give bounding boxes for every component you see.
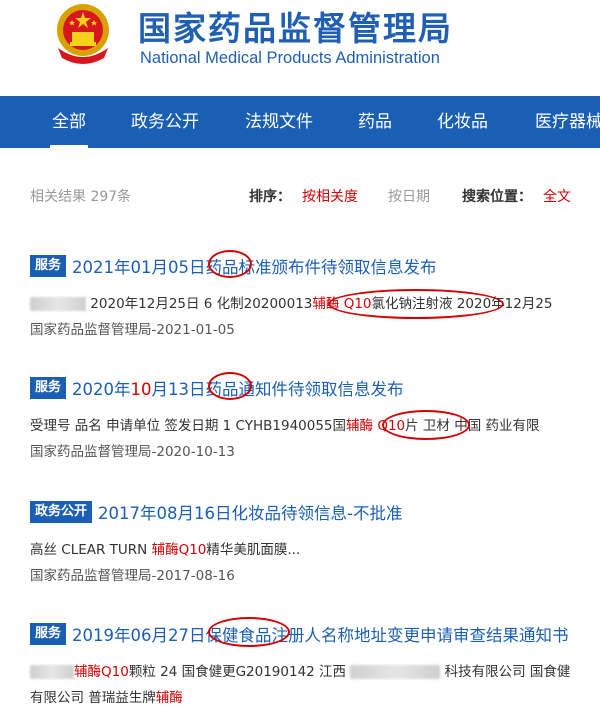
redacted-block [30, 297, 86, 311]
sort-label: 排序： [249, 189, 291, 205]
nav-item-medical-devices[interactable]: 医疗器械 [535, 96, 600, 148]
result-source: 国家药品监督管理局-2021-01-05 [30, 322, 235, 338]
result-badge: 服务 [30, 377, 67, 399]
snippet-text: 有限公司 普瑞益生牌 [30, 690, 156, 706]
result-title-link[interactable]: 2020年10月13日药品通知件待领取信息发布 [72, 376, 404, 400]
snippet-text: 精华美肌面膜... [206, 542, 301, 558]
result-title-part: 药品通知件待领取信息发布 [205, 380, 404, 399]
snippet-text: 科技有限公司 国食健 [444, 664, 571, 680]
result-source: 国家药品监督管理局-2020-10-13 [30, 444, 235, 460]
result-count: 相关结果 297条 [30, 189, 132, 205]
result-title-part: 2021年01月05日 [72, 258, 206, 277]
result-title-part: 标准颁布件待领取信息发布 [238, 258, 437, 277]
snippet-text: 颗粒 24 国食健更G20190142 江西 [128, 664, 347, 680]
sort-by-date[interactable]: 按日期 [388, 186, 430, 206]
search-scope-label: 搜索位置： [462, 189, 532, 205]
result-title-part: 2020年 [72, 380, 131, 399]
sort-by-relevance[interactable]: 按相关度 [302, 186, 358, 206]
result-snippet-line: 有限公司 普瑞益生牌辅酶 [30, 686, 183, 706]
site-subtitle: National Medical Products Administration [140, 49, 440, 67]
result-title-keyword: 保健食品 [205, 626, 272, 645]
result-title-link[interactable]: 2021年01月05日药品标准颁布件待领取信息发布 [72, 254, 436, 278]
result-title-row: 政务公开 2017年08月16日化妆品待领信息-不批准 [30, 500, 402, 526]
snippet-highlight: 辅酶Q10 [74, 664, 129, 680]
search-scope-fulltext[interactable]: 全文 [543, 186, 571, 206]
result-title-link[interactable]: 2017年08月16日化妆品待领信息-不批准 [98, 500, 402, 524]
result-title-keyword: 药品 [205, 258, 239, 277]
snippet-text: 2020年12月25日 6 化制20200013 [90, 296, 313, 312]
result-badge: 政务公开 [30, 501, 93, 523]
result-snippet: 受理号 品名 申请单位 签发日期 1 CYHB1940055国辅酶 Q10片 卫… [30, 414, 540, 434]
result-title-row: 服务 2019年06月27日保健食品注册人名称地址变更申请审查结果通知书 [30, 622, 569, 648]
national-emblem-icon [57, 4, 109, 64]
result-title-row: 服务 2020年10月13日药品通知件待领取信息发布 [30, 376, 404, 402]
result-snippet: 2020年12月25日 6 化制20200013辅酶 Q10氯化钠注射液 202… [30, 292, 553, 312]
nav-item-government-affairs[interactable]: 政务公开 [131, 96, 199, 148]
site-header: 国家药品监督管理局 National Medical Products Admi… [0, 0, 600, 96]
result-title-part: 2019年06月27日 [72, 626, 206, 645]
snippet-highlight: 辅酶 Q10 [346, 418, 406, 434]
result-badge: 服务 [30, 623, 67, 645]
snippet-text: 片 卫材 中国 药业有限 [405, 418, 540, 434]
result-title-part: 注册人名称地址变更申请审查结果通知书 [271, 626, 569, 645]
snippet-text: 高丝 CLEAR TURN [30, 542, 152, 558]
result-title-row: 服务 2021年01月05日药品标准颁布件待领取信息发布 [30, 254, 437, 280]
nav-item-regulations[interactable]: 法规文件 [245, 96, 313, 148]
result-badge: 服务 [30, 255, 67, 277]
result-title-part: 月13日 [151, 380, 206, 399]
nav-item-all[interactable]: 全部 [50, 96, 88, 148]
main-nav: 全部 政务公开 法规文件 药品 化妆品 医疗器械 [0, 96, 600, 148]
snippet-highlight: 辅酶 [155, 690, 183, 706]
site-title: 国家药品监督管理局 [138, 9, 453, 48]
snippet-highlight: 辅酶Q10 [151, 542, 207, 558]
result-title-link[interactable]: 2019年06月27日保健食品注册人名称地址变更申请审查结果通知书 [72, 622, 568, 646]
nav-item-cosmetics[interactable]: 化妆品 [437, 96, 488, 148]
result-source: 国家药品监督管理局-2017-08-16 [30, 568, 235, 584]
result-summary-bar: 相关结果 297条 排序： 按相关度 按日期 搜索位置： 全文 [0, 148, 600, 228]
redacted-block [30, 665, 74, 679]
snippet-text: 受理号 品名 申请单位 签发日期 1 CYHB1940055国 [30, 418, 347, 434]
snippet-highlight: 辅酶 Q10 [312, 296, 372, 312]
snippet-text: 氯化钠注射液 2020年12月25 [371, 296, 553, 312]
result-title-highlight: 10 [130, 380, 152, 399]
result-snippet: 辅酶Q10颗粒 24 国食健更G20190142 江西 科技有限公司 国食健 [30, 660, 570, 680]
nav-item-drugs[interactable]: 药品 [358, 96, 392, 148]
redacted-block [350, 665, 441, 679]
result-snippet: 高丝 CLEAR TURN 辅酶Q10精华美肌面膜... [30, 538, 300, 558]
